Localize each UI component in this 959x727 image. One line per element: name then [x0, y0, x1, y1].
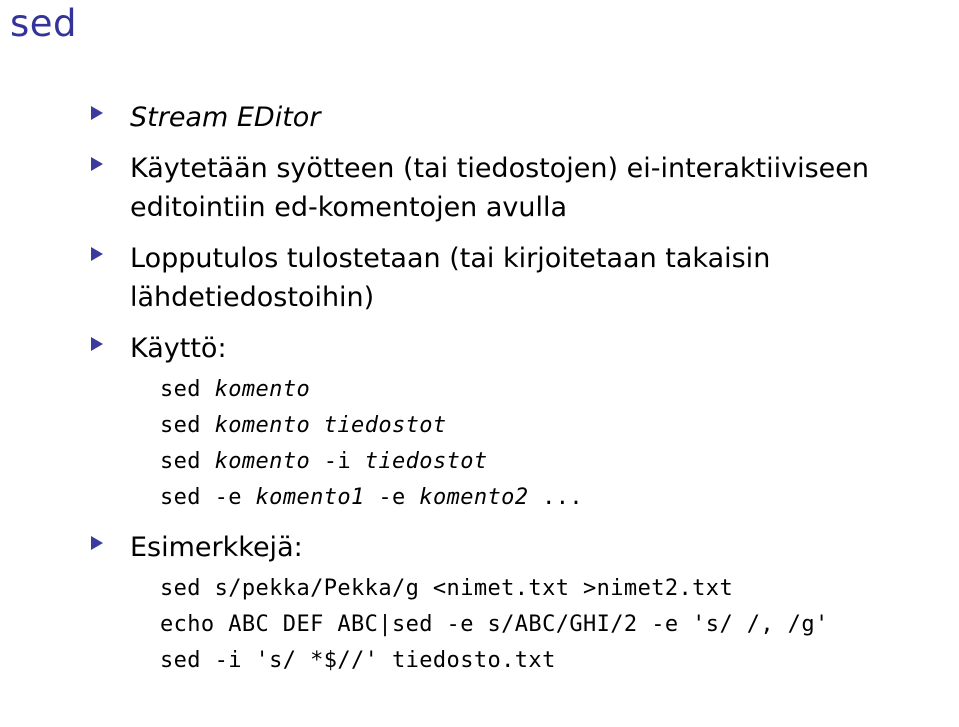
slide-canvas: sed Stream EDitor Käytetään syötteen (ta… [0, 0, 959, 727]
list-item: Esimerkkejä: sed s/pekka/Pekka/g <nimet.… [0, 528, 959, 679]
example-code-block: sed s/pekka/Pekka/g <nimet.txt >nimet2.t… [130, 571, 959, 679]
code-placeholder: komento [214, 449, 311, 474]
list-item-label: Esimerkkejä: [130, 532, 303, 563]
slide-body: Stream EDitor Käytetään syötteen (tai ti… [0, 98, 959, 679]
list-item: Stream EDitor [0, 98, 959, 137]
code-placeholder: komento tiedostot [214, 413, 447, 438]
list-item-label: Lopputulos tulostetaan (tai kirjoitetaan… [130, 243, 771, 313]
code-literal: sed [160, 449, 215, 474]
code-placeholder: komento1 [255, 485, 365, 510]
triangle-bullet-icon [91, 106, 103, 120]
code-line: sed komento -i tiedostot [160, 444, 959, 480]
triangle-bullet-icon [91, 247, 103, 261]
code-line: sed komento [160, 372, 959, 408]
usage-code-block: sed komento sed komento tiedostot sed ko… [130, 372, 959, 516]
code-placeholder: tiedostot [364, 449, 488, 474]
code-literal: sed [160, 377, 215, 402]
code-literal: sed [160, 413, 215, 438]
code-line: sed -e komento1 -e komento2 ... [160, 480, 959, 516]
code-literal: ... [528, 485, 584, 510]
code-placeholder: komento2 [419, 485, 529, 510]
list-item: Käytetään syötteen (tai tiedostojen) ei-… [0, 149, 959, 227]
triangle-bullet-icon [91, 536, 103, 550]
code-line: sed komento tiedostot [160, 408, 959, 444]
list-item: Käyttö: sed komento sed komento tiedosto… [0, 329, 959, 516]
list-item-label: Käytetään syötteen (tai tiedostojen) ei-… [130, 153, 870, 223]
code-line: echo ABC DEF ABC|sed -e s/ABC/GHI/2 -e '… [160, 612, 829, 637]
list-item: Lopputulos tulostetaan (tai kirjoitetaan… [0, 239, 959, 317]
code-literal: -e [364, 485, 420, 510]
code-literal: sed -e [160, 485, 256, 510]
triangle-bullet-icon [91, 337, 103, 351]
code-placeholder: komento [214, 377, 311, 402]
code-literal: -i [310, 449, 365, 474]
list-item-label: Stream EDitor [130, 102, 321, 133]
page-title: sed [10, 2, 78, 45]
triangle-bullet-icon [91, 157, 103, 171]
code-line: sed -i 's/ *$//' tiedosto.txt [160, 648, 556, 673]
code-line: sed s/pekka/Pekka/g <nimet.txt >nimet2.t… [160, 576, 734, 601]
list-item-label: Käyttö: [130, 333, 227, 364]
